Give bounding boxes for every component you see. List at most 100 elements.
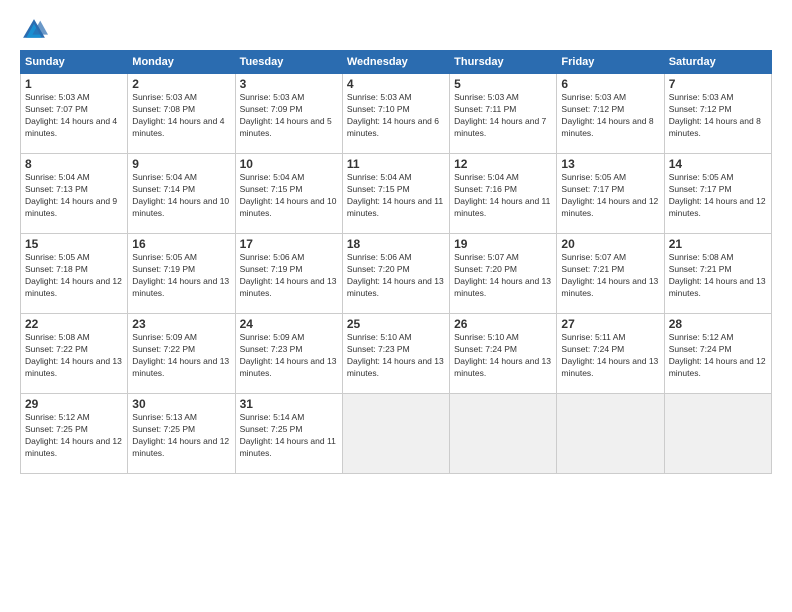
day-number: 20 — [561, 237, 659, 251]
day-number: 6 — [561, 77, 659, 91]
calendar-cell: 15Sunrise: 5:05 AMSunset: 7:18 PMDayligh… — [21, 234, 128, 314]
day-number: 13 — [561, 157, 659, 171]
week-row-2: 8Sunrise: 5:04 AMSunset: 7:13 PMDaylight… — [21, 154, 772, 234]
calendar-cell: 14Sunrise: 5:05 AMSunset: 7:17 PMDayligh… — [664, 154, 771, 234]
column-header-friday: Friday — [557, 51, 664, 74]
column-header-wednesday: Wednesday — [342, 51, 449, 74]
day-info: Sunrise: 5:09 AMSunset: 7:23 PMDaylight:… — [240, 332, 338, 380]
day-number: 17 — [240, 237, 338, 251]
day-number: 21 — [669, 237, 767, 251]
calendar-cell: 11Sunrise: 5:04 AMSunset: 7:15 PMDayligh… — [342, 154, 449, 234]
day-info: Sunrise: 5:05 AMSunset: 7:19 PMDaylight:… — [132, 252, 230, 300]
column-header-tuesday: Tuesday — [235, 51, 342, 74]
day-info: Sunrise: 5:05 AMSunset: 7:17 PMDaylight:… — [669, 172, 767, 220]
day-info: Sunrise: 5:12 AMSunset: 7:24 PMDaylight:… — [669, 332, 767, 380]
day-info: Sunrise: 5:03 AMSunset: 7:12 PMDaylight:… — [561, 92, 659, 140]
day-info: Sunrise: 5:05 AMSunset: 7:18 PMDaylight:… — [25, 252, 123, 300]
day-info: Sunrise: 5:07 AMSunset: 7:21 PMDaylight:… — [561, 252, 659, 300]
week-row-5: 29Sunrise: 5:12 AMSunset: 7:25 PMDayligh… — [21, 394, 772, 474]
day-info: Sunrise: 5:03 AMSunset: 7:07 PMDaylight:… — [25, 92, 123, 140]
column-header-monday: Monday — [128, 51, 235, 74]
day-info: Sunrise: 5:04 AMSunset: 7:15 PMDaylight:… — [240, 172, 338, 220]
calendar-cell: 28Sunrise: 5:12 AMSunset: 7:24 PMDayligh… — [664, 314, 771, 394]
day-info: Sunrise: 5:04 AMSunset: 7:15 PMDaylight:… — [347, 172, 445, 220]
calendar-cell — [342, 394, 449, 474]
day-info: Sunrise: 5:10 AMSunset: 7:24 PMDaylight:… — [454, 332, 552, 380]
calendar-cell: 16Sunrise: 5:05 AMSunset: 7:19 PMDayligh… — [128, 234, 235, 314]
day-number: 31 — [240, 397, 338, 411]
day-info: Sunrise: 5:04 AMSunset: 7:13 PMDaylight:… — [25, 172, 123, 220]
day-info: Sunrise: 5:07 AMSunset: 7:20 PMDaylight:… — [454, 252, 552, 300]
calendar-cell: 8Sunrise: 5:04 AMSunset: 7:13 PMDaylight… — [21, 154, 128, 234]
day-number: 19 — [454, 237, 552, 251]
day-number: 26 — [454, 317, 552, 331]
week-row-3: 15Sunrise: 5:05 AMSunset: 7:18 PMDayligh… — [21, 234, 772, 314]
day-info: Sunrise: 5:08 AMSunset: 7:21 PMDaylight:… — [669, 252, 767, 300]
day-number: 18 — [347, 237, 445, 251]
day-number: 10 — [240, 157, 338, 171]
day-info: Sunrise: 5:12 AMSunset: 7:25 PMDaylight:… — [25, 412, 123, 460]
day-number: 14 — [669, 157, 767, 171]
calendar-cell — [557, 394, 664, 474]
calendar-cell: 26Sunrise: 5:10 AMSunset: 7:24 PMDayligh… — [450, 314, 557, 394]
day-number: 8 — [25, 157, 123, 171]
day-number: 30 — [132, 397, 230, 411]
week-row-4: 22Sunrise: 5:08 AMSunset: 7:22 PMDayligh… — [21, 314, 772, 394]
header-row-days: SundayMondayTuesdayWednesdayThursdayFrid… — [21, 51, 772, 74]
calendar-cell — [450, 394, 557, 474]
logo-icon — [20, 16, 48, 44]
day-info: Sunrise: 5:14 AMSunset: 7:25 PMDaylight:… — [240, 412, 338, 460]
calendar-cell: 23Sunrise: 5:09 AMSunset: 7:22 PMDayligh… — [128, 314, 235, 394]
calendar-cell: 17Sunrise: 5:06 AMSunset: 7:19 PMDayligh… — [235, 234, 342, 314]
calendar-cell: 4Sunrise: 5:03 AMSunset: 7:10 PMDaylight… — [342, 74, 449, 154]
column-header-sunday: Sunday — [21, 51, 128, 74]
calendar-cell: 19Sunrise: 5:07 AMSunset: 7:20 PMDayligh… — [450, 234, 557, 314]
day-number: 15 — [25, 237, 123, 251]
day-number: 7 — [669, 77, 767, 91]
day-info: Sunrise: 5:10 AMSunset: 7:23 PMDaylight:… — [347, 332, 445, 380]
day-info: Sunrise: 5:03 AMSunset: 7:10 PMDaylight:… — [347, 92, 445, 140]
day-number: 22 — [25, 317, 123, 331]
calendar-cell: 12Sunrise: 5:04 AMSunset: 7:16 PMDayligh… — [450, 154, 557, 234]
calendar-cell: 7Sunrise: 5:03 AMSunset: 7:12 PMDaylight… — [664, 74, 771, 154]
column-header-saturday: Saturday — [664, 51, 771, 74]
day-info: Sunrise: 5:03 AMSunset: 7:08 PMDaylight:… — [132, 92, 230, 140]
day-number: 4 — [347, 77, 445, 91]
day-number: 3 — [240, 77, 338, 91]
calendar-cell: 10Sunrise: 5:04 AMSunset: 7:15 PMDayligh… — [235, 154, 342, 234]
calendar-cell: 29Sunrise: 5:12 AMSunset: 7:25 PMDayligh… — [21, 394, 128, 474]
day-info: Sunrise: 5:04 AMSunset: 7:16 PMDaylight:… — [454, 172, 552, 220]
day-info: Sunrise: 5:03 AMSunset: 7:11 PMDaylight:… — [454, 92, 552, 140]
day-info: Sunrise: 5:13 AMSunset: 7:25 PMDaylight:… — [132, 412, 230, 460]
day-number: 27 — [561, 317, 659, 331]
day-number: 12 — [454, 157, 552, 171]
calendar-cell: 30Sunrise: 5:13 AMSunset: 7:25 PMDayligh… — [128, 394, 235, 474]
calendar-cell: 1Sunrise: 5:03 AMSunset: 7:07 PMDaylight… — [21, 74, 128, 154]
day-info: Sunrise: 5:06 AMSunset: 7:20 PMDaylight:… — [347, 252, 445, 300]
calendar-cell: 31Sunrise: 5:14 AMSunset: 7:25 PMDayligh… — [235, 394, 342, 474]
day-info: Sunrise: 5:05 AMSunset: 7:17 PMDaylight:… — [561, 172, 659, 220]
day-number: 24 — [240, 317, 338, 331]
calendar-table: SundayMondayTuesdayWednesdayThursdayFrid… — [20, 50, 772, 474]
calendar-cell: 22Sunrise: 5:08 AMSunset: 7:22 PMDayligh… — [21, 314, 128, 394]
day-info: Sunrise: 5:06 AMSunset: 7:19 PMDaylight:… — [240, 252, 338, 300]
logo — [20, 16, 50, 44]
calendar-cell — [664, 394, 771, 474]
day-number: 25 — [347, 317, 445, 331]
calendar-cell: 2Sunrise: 5:03 AMSunset: 7:08 PMDaylight… — [128, 74, 235, 154]
day-number: 16 — [132, 237, 230, 251]
calendar-cell: 20Sunrise: 5:07 AMSunset: 7:21 PMDayligh… — [557, 234, 664, 314]
calendar-cell: 3Sunrise: 5:03 AMSunset: 7:09 PMDaylight… — [235, 74, 342, 154]
day-info: Sunrise: 5:03 AMSunset: 7:09 PMDaylight:… — [240, 92, 338, 140]
day-number: 11 — [347, 157, 445, 171]
day-number: 2 — [132, 77, 230, 91]
column-header-thursday: Thursday — [450, 51, 557, 74]
week-row-1: 1Sunrise: 5:03 AMSunset: 7:07 PMDaylight… — [21, 74, 772, 154]
calendar-cell: 24Sunrise: 5:09 AMSunset: 7:23 PMDayligh… — [235, 314, 342, 394]
day-info: Sunrise: 5:11 AMSunset: 7:24 PMDaylight:… — [561, 332, 659, 380]
calendar-cell: 25Sunrise: 5:10 AMSunset: 7:23 PMDayligh… — [342, 314, 449, 394]
day-info: Sunrise: 5:03 AMSunset: 7:12 PMDaylight:… — [669, 92, 767, 140]
calendar-cell: 6Sunrise: 5:03 AMSunset: 7:12 PMDaylight… — [557, 74, 664, 154]
day-number: 28 — [669, 317, 767, 331]
calendar-container: SundayMondayTuesdayWednesdayThursdayFrid… — [0, 0, 792, 484]
